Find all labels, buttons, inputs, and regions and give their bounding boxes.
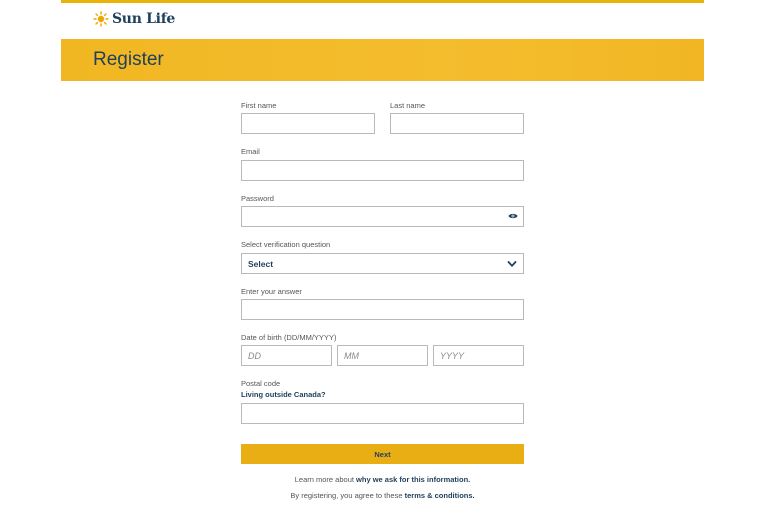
last-name-label: Last name <box>390 101 426 110</box>
password-label: Password <box>241 194 274 203</box>
answer-input[interactable] <box>241 299 524 320</box>
learn-more-prefix: Learn more about <box>294 475 357 484</box>
dob-month-input[interactable] <box>337 345 428 366</box>
next-button[interactable]: Next <box>241 444 524 464</box>
dob-day-input[interactable] <box>241 345 332 366</box>
page-banner: Register <box>61 39 704 81</box>
last-name-input[interactable] <box>390 113 524 134</box>
brand-name: Sun Life <box>112 11 176 27</box>
dob-label: Date of birth (DD/MM/YYYY) <box>241 333 337 342</box>
postal-code-label: Postal code <box>241 379 281 388</box>
sun-logo-icon <box>93 11 109 27</box>
why-we-ask-link[interactable]: why we ask for this information. <box>356 475 470 484</box>
verification-question-select[interactable]: Select <box>241 253 524 274</box>
password-field-wrapper <box>241 206 524 227</box>
living-outside-canada-link[interactable]: Living outside Canada? <box>241 390 326 399</box>
verification-question-value: Select <box>248 258 274 269</box>
first-name-input[interactable] <box>241 113 375 134</box>
top-accent-bar <box>61 0 704 3</box>
terms-link[interactable]: terms & conditions. <box>405 491 475 500</box>
postal-code-input[interactable] <box>241 403 524 424</box>
page-title: Register <box>93 49 164 70</box>
email-label: Email <box>241 147 260 156</box>
learn-more-note: Learn more about why we ask for this inf… <box>241 475 524 484</box>
chevron-down-icon <box>507 260 517 267</box>
sun-life-logo[interactable]: Sun Life <box>93 11 175 27</box>
email-input[interactable] <box>241 160 524 181</box>
verification-question-label: Select verification question <box>241 240 331 249</box>
password-input[interactable] <box>241 206 524 227</box>
terms-note: By registering, you agree to these terms… <box>241 491 524 500</box>
terms-prefix: By registering, you agree to these <box>290 491 405 500</box>
answer-label: Enter your answer <box>241 287 302 296</box>
dob-year-input[interactable] <box>433 345 524 366</box>
first-name-label: First name <box>241 101 277 110</box>
eye-icon[interactable] <box>508 212 518 220</box>
